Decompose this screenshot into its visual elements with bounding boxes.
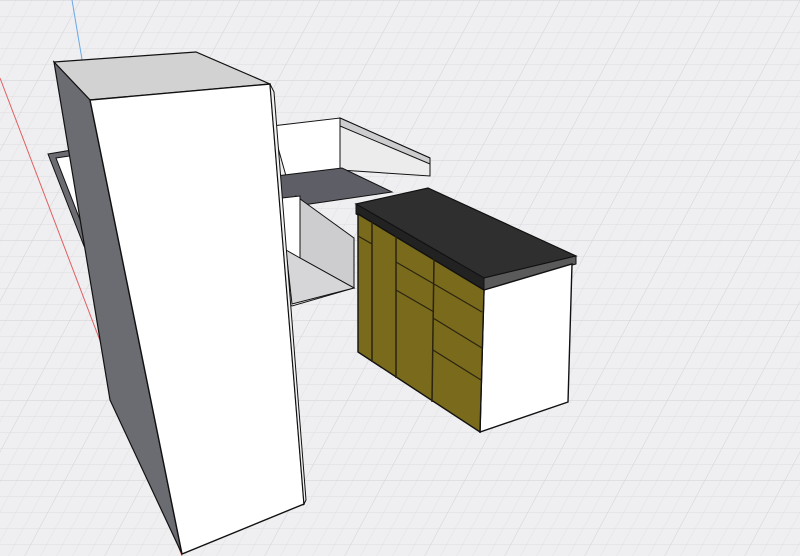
3d-viewport[interactable] [0,0,800,556]
3d-scene[interactable] [0,0,800,556]
